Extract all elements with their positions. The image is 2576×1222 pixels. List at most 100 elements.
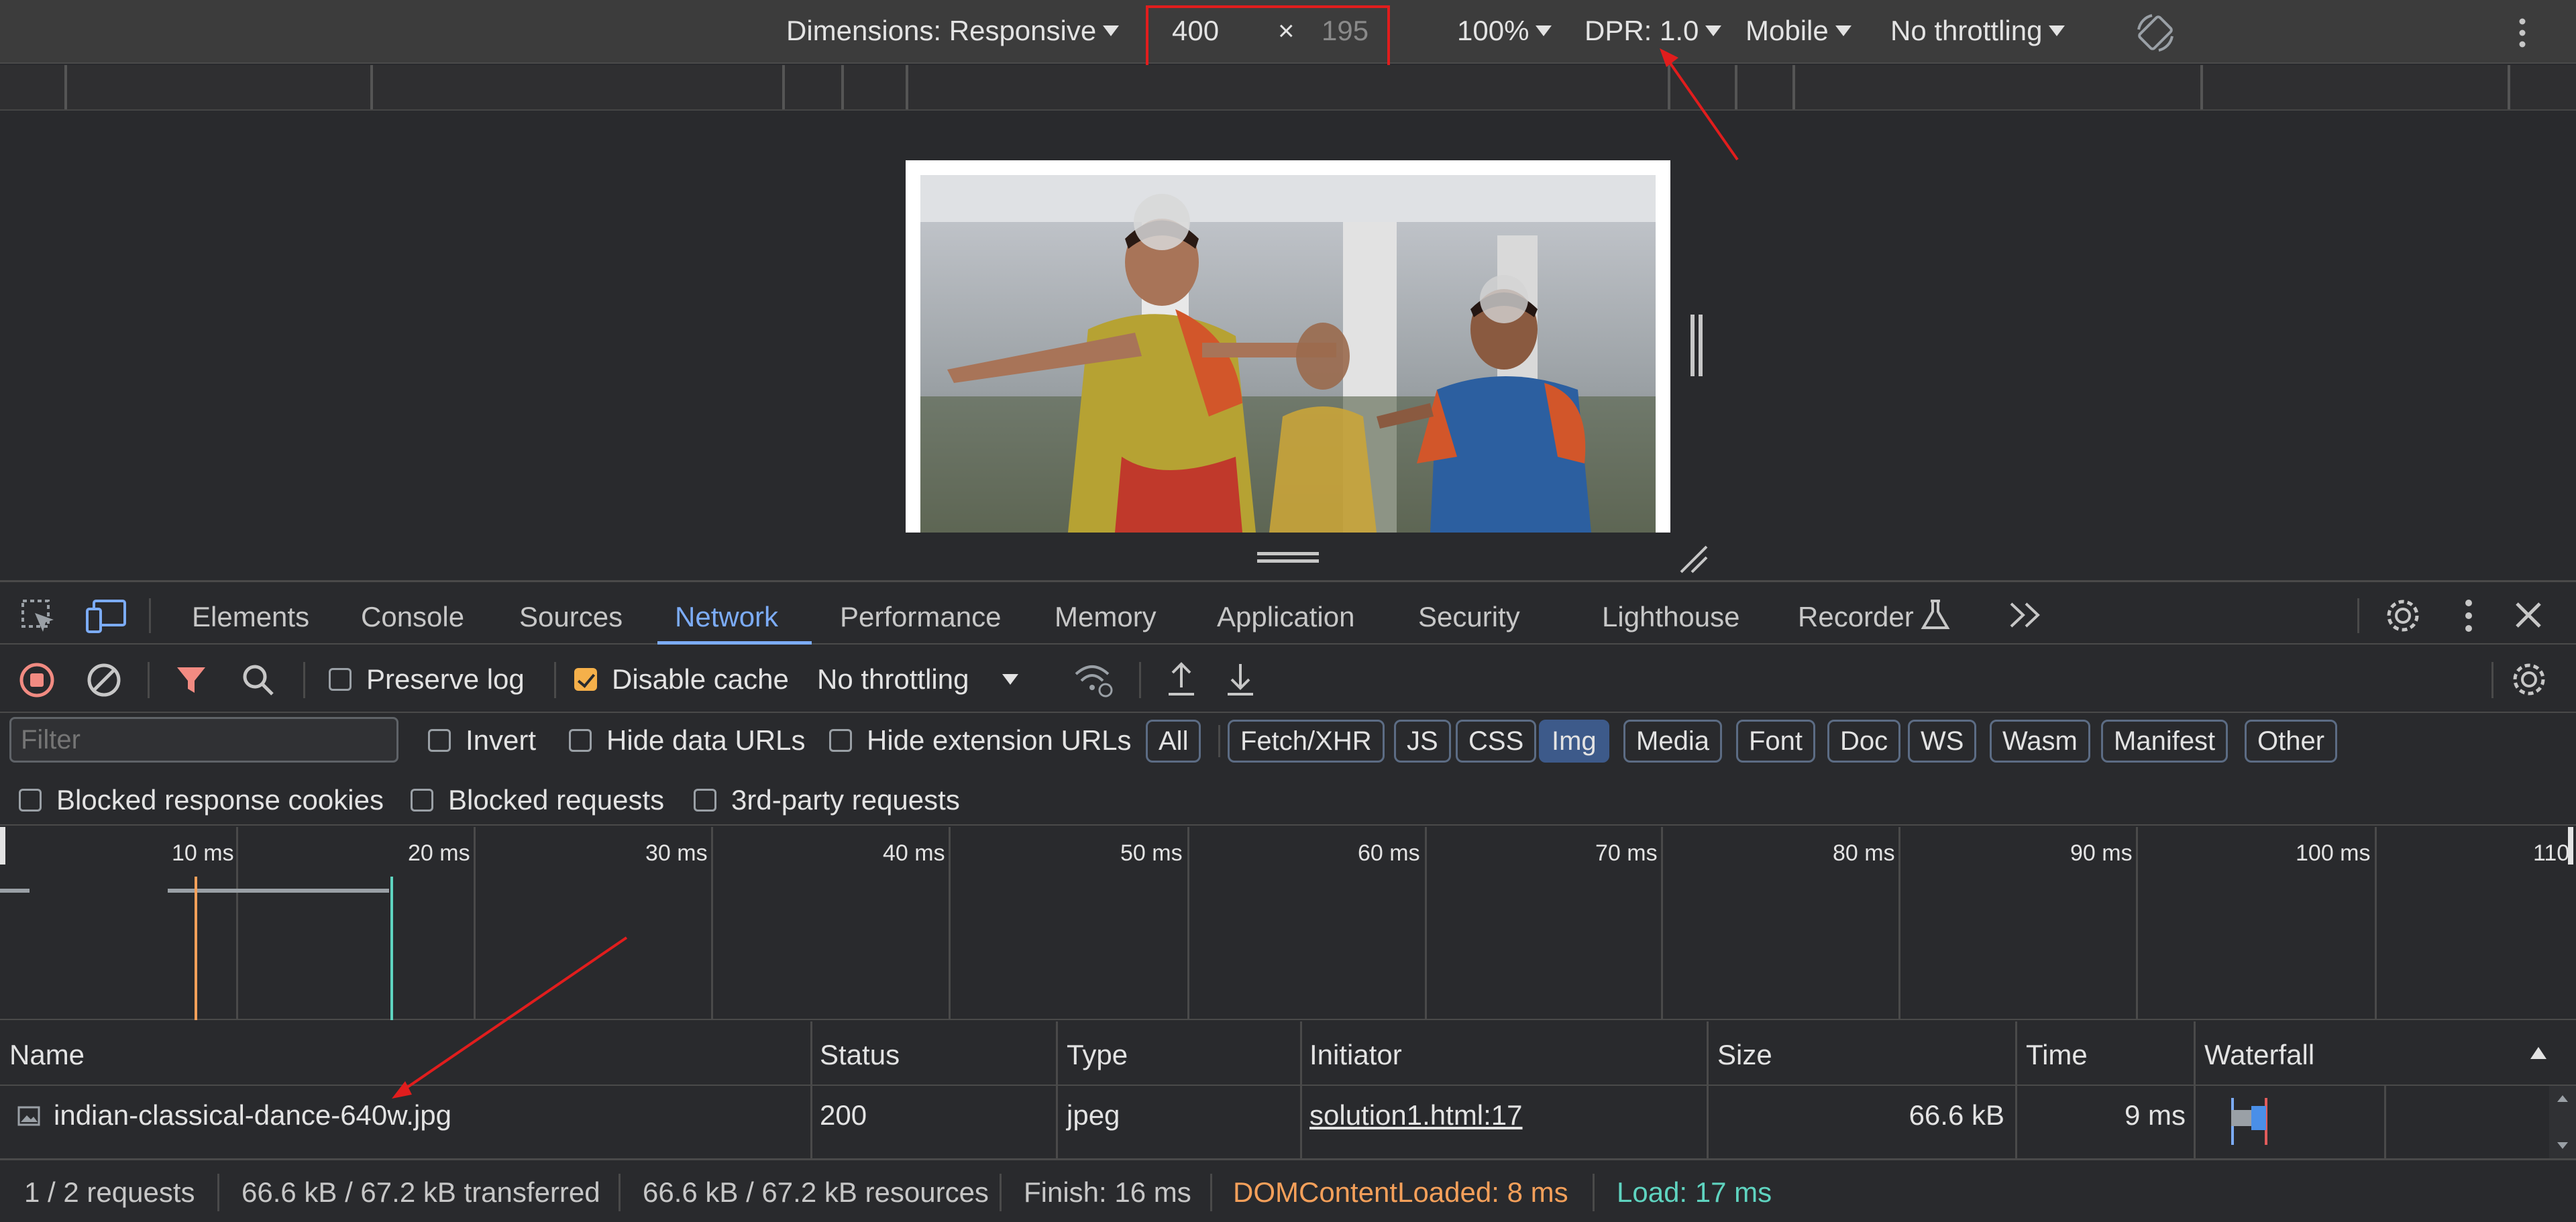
filter-icon[interactable] <box>174 663 208 697</box>
device-type-dropdown[interactable]: Mobile <box>1746 15 1851 47</box>
network-settings-gear-icon[interactable] <box>2509 659 2549 700</box>
tab-console[interactable]: Console <box>361 601 464 633</box>
dpr-dropdown[interactable]: DPR: 1.0 <box>1585 15 1722 47</box>
network-conditions-icon[interactable] <box>1072 661 1116 700</box>
column-header-name[interactable]: Name <box>9 1039 85 1071</box>
rotate-icon[interactable] <box>2132 9 2179 56</box>
tab-application[interactable]: Application <box>1217 601 1354 633</box>
checkbox[interactable] <box>19 789 42 812</box>
more-options-icon[interactable] <box>2512 16 2533 50</box>
close-icon[interactable] <box>2512 598 2545 632</box>
disable-cache-checkbox[interactable]: Disable cache <box>574 663 789 696</box>
resize-handle-right[interactable] <box>1690 315 1695 376</box>
column-header-status[interactable]: Status <box>820 1039 900 1071</box>
search-icon[interactable] <box>240 662 276 698</box>
tab-network[interactable]: Network <box>675 601 778 633</box>
settings-gear-icon[interactable] <box>2383 596 2423 636</box>
export-har-icon[interactable] <box>1224 661 1257 698</box>
column-header-waterfall[interactable]: Waterfall <box>2204 1039 2314 1071</box>
tab-lighthouse[interactable]: Lighthouse <box>1602 601 1740 633</box>
overview-right-handle[interactable] <box>2568 827 2573 865</box>
hide-extension-urls-checkbox[interactable]: Hide extension URLs <box>829 724 1132 757</box>
table-row[interactable]: indian-classical-dance-640w.jpg 200 jpeg… <box>0 1086 2576 1145</box>
overview-tick-label: 40 ms <box>883 840 945 866</box>
resize-corner-icon[interactable] <box>1677 543 1709 575</box>
checkbox[interactable] <box>428 729 451 752</box>
chip-font[interactable]: Font <box>1736 720 1816 763</box>
ruler-tick <box>841 65 844 109</box>
overview-left-handle[interactable] <box>0 827 5 865</box>
throttling-dropdown[interactable]: No throttling <box>1890 15 2065 47</box>
checkbox[interactable] <box>569 729 592 752</box>
resize-handle-bottom-2 <box>1257 559 1319 563</box>
clear-icon[interactable] <box>86 662 122 698</box>
chip-ws[interactable]: WS <box>1908 720 1977 763</box>
network-overview-timeline[interactable]: 10 ms 20 ms 30 ms 40 ms 50 ms 60 ms 70 m… <box>0 827 2576 1020</box>
chevron-down-icon <box>1835 25 1851 36</box>
preserve-log-checkbox[interactable]: Preserve log <box>329 663 525 696</box>
chip-fetch-xhr[interactable]: Fetch/XHR <box>1228 720 1385 763</box>
blocked-requests-checkbox[interactable]: Blocked requests <box>411 784 664 816</box>
chip-doc[interactable]: Doc <box>1827 720 1901 763</box>
chip-wasm[interactable]: Wasm <box>1990 720 2090 763</box>
checkbox[interactable] <box>329 668 352 691</box>
tab-elements[interactable]: Elements <box>192 601 309 633</box>
chip-manifest[interactable]: Manifest <box>2101 720 2229 763</box>
device-toggle-icon[interactable] <box>85 597 127 636</box>
chip-other[interactable]: Other <box>2245 720 2338 763</box>
ruler-tick <box>1735 65 1737 109</box>
status-separator <box>1593 1174 1595 1211</box>
customize-menu-icon[interactable] <box>2458 597 2479 634</box>
column-header-type[interactable]: Type <box>1067 1039 1128 1071</box>
chip-css[interactable]: CSS <box>1456 720 1537 763</box>
toolbar-divider <box>149 598 151 633</box>
zoom-dropdown[interactable]: 100% <box>1457 15 1552 47</box>
dance-photo <box>920 175 1656 533</box>
column-header-time[interactable]: Time <box>2026 1039 2088 1071</box>
device-type-label: Mobile <box>1746 15 1829 46</box>
tab-performance[interactable]: Performance <box>840 601 1001 633</box>
width-input[interactable]: 400 <box>1172 15 1219 47</box>
tab-sources[interactable]: Sources <box>519 601 623 633</box>
checkbox-checked[interactable] <box>574 668 597 691</box>
devtools-tab-bar: Elements Console Sources Network Perform… <box>0 580 2576 645</box>
resize-handle-bottom[interactable] <box>1257 552 1319 555</box>
row-initiator-link[interactable]: solution1.html:17 <box>1309 1099 1523 1131</box>
chip-all[interactable]: All <box>1146 720 1201 763</box>
table-scrollbar[interactable] <box>2549 1086 2576 1158</box>
height-input[interactable]: 195 <box>1322 15 1368 47</box>
media-query-ruler <box>0 65 2576 111</box>
ruler-tick <box>64 65 67 109</box>
blocked-response-cookies-checkbox[interactable]: Blocked response cookies <box>19 784 384 816</box>
chip-img[interactable]: Img <box>1539 720 1609 763</box>
third-party-requests-checkbox[interactable]: 3rd-party requests <box>694 784 960 816</box>
ruler-tick <box>370 65 373 109</box>
device-toolbar: Dimensions: Responsive 400 × 195 100% DP… <box>0 0 2576 68</box>
record-stop-icon[interactable] <box>19 662 55 698</box>
import-har-icon[interactable] <box>1165 661 1198 698</box>
inspect-element-icon[interactable] <box>19 597 58 636</box>
sort-ascending-icon[interactable] <box>2529 1046 2548 1060</box>
checkbox[interactable] <box>694 789 716 812</box>
scroll-up-icon[interactable] <box>2556 1094 2569 1103</box>
row-name[interactable]: indian-classical-dance-640w.jpg <box>54 1099 451 1131</box>
toolbar-divider <box>2357 598 2359 633</box>
filter-input[interactable] <box>9 717 398 763</box>
column-header-size[interactable]: Size <box>1717 1039 1772 1071</box>
invert-checkbox[interactable]: Invert <box>428 724 536 757</box>
scroll-down-icon[interactable] <box>2556 1141 2569 1150</box>
more-tabs-icon[interactable] <box>2007 600 2045 630</box>
tab-recorder[interactable]: Recorder <box>1798 601 1914 633</box>
hide-data-urls-checkbox[interactable]: Hide data URLs <box>569 724 805 757</box>
column-header-initiator[interactable]: Initiator <box>1309 1039 1402 1071</box>
chip-media[interactable]: Media <box>1623 720 1722 763</box>
third-party-requests-label: 3rd-party requests <box>731 784 960 816</box>
overview-tick-label: 90 ms <box>2070 840 2133 866</box>
tab-memory[interactable]: Memory <box>1055 601 1157 633</box>
dimensions-dropdown[interactable]: Dimensions: Responsive <box>786 15 1120 47</box>
tab-security[interactable]: Security <box>1418 601 1520 633</box>
checkbox[interactable] <box>411 789 433 812</box>
checkbox[interactable] <box>829 729 852 752</box>
network-throttling-dropdown[interactable]: No throttling <box>817 663 1019 696</box>
chip-js[interactable]: JS <box>1394 720 1451 763</box>
